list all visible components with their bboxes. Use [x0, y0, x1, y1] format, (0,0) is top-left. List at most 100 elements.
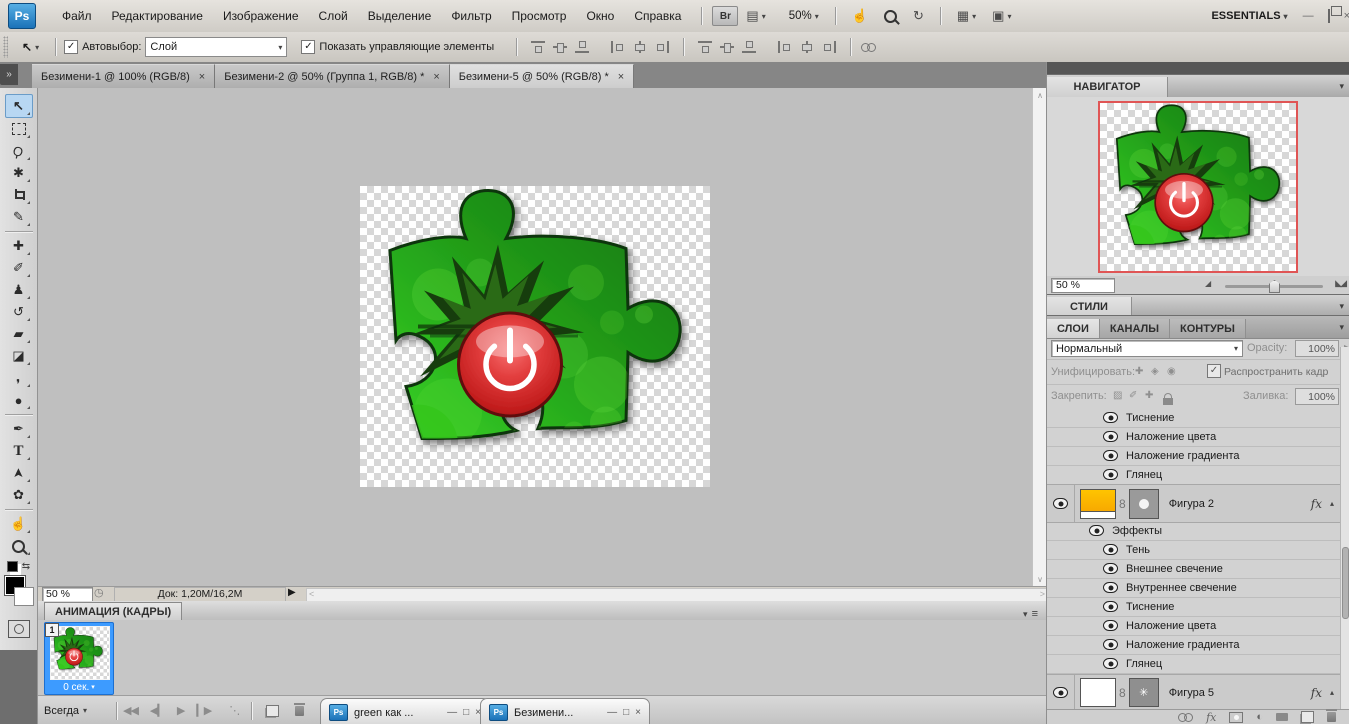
align-vertical-centers-icon[interactable] — [552, 40, 568, 54]
eye-icon[interactable] — [1103, 582, 1118, 593]
add-layer-style-icon[interactable]: fx — [1206, 711, 1216, 724]
adjustment-layer-icon[interactable]: ◐ — [1256, 711, 1263, 723]
restore-button[interactable] — [1321, 9, 1337, 23]
scroll-up-icon[interactable]: ∧ — [1033, 88, 1047, 102]
effect-row[interactable]: Тиснение — [1047, 597, 1349, 617]
minimize-icon[interactable]: — — [607, 707, 617, 718]
menu-file[interactable]: Файл — [52, 5, 102, 27]
panel-menu-icon[interactable]: ▾ — [1339, 81, 1344, 92]
scroll-down-icon[interactable]: ∨ — [1033, 572, 1047, 586]
show-transform-checkbox[interactable]: ✓ — [301, 40, 316, 54]
eye-icon[interactable] — [1089, 525, 1104, 536]
distribute-top-edges-icon[interactable] — [697, 40, 713, 54]
distribute-horizontal-centers-icon[interactable] — [799, 40, 815, 54]
quick-mask-button[interactable] — [7, 620, 30, 638]
status-zoom-field[interactable]: 50 % — [42, 587, 93, 602]
layer-name[interactable]: Фигура 5 — [1169, 687, 1214, 699]
background-color-swatch[interactable] — [13, 587, 34, 606]
eye-icon[interactable] — [1103, 620, 1118, 631]
tab-layers[interactable]: СЛОИ — [1047, 319, 1100, 338]
close-icon[interactable]: × — [199, 71, 205, 83]
zoom-tool-button[interactable] — [879, 8, 902, 25]
canvas-area[interactable] — [38, 88, 1032, 586]
doc-tab-3-active[interactable]: Безимени-5 @ 50% (RGB/8) * × — [449, 64, 635, 88]
lock-all-icon[interactable] — [1163, 393, 1173, 405]
align-right-edges-icon[interactable] — [654, 40, 670, 54]
frame-delay-control[interactable]: 0 сек. ▾ — [45, 680, 113, 694]
loop-mode-dropdown[interactable]: Всегда ▾ — [44, 705, 116, 717]
distribute-left-edges-icon[interactable] — [777, 40, 793, 54]
eraser-tool[interactable]: ▰ — [6, 323, 32, 345]
effect-row[interactable]: Глянец — [1047, 654, 1349, 674]
effect-row[interactable]: Наложение градиента — [1047, 635, 1349, 655]
fx-badge[interactable]: fx — [1311, 497, 1322, 511]
rotate-view-button[interactable]: ↻ — [908, 6, 929, 26]
close-icon[interactable]: × — [618, 71, 624, 83]
delete-frame-button[interactable] — [294, 702, 306, 716]
scroll-left-icon[interactable]: < — [309, 589, 314, 599]
screen-mode-button[interactable]: ▣ ▾ — [987, 6, 1016, 26]
zoom-tool[interactable] — [6, 535, 32, 557]
align-left-edges-icon[interactable] — [610, 40, 626, 54]
layers-scrollbar[interactable] — [1340, 347, 1349, 709]
lock-transparent-icon[interactable]: ▨ — [1113, 390, 1122, 401]
menu-edit[interactable]: Редактирование — [102, 5, 213, 27]
bridge-button[interactable]: Br — [712, 6, 739, 26]
align-bottom-edges-icon[interactable] — [574, 40, 590, 54]
layer-row-shape2[interactable]: 8 Фигура 2 fx ▴ — [1047, 484, 1342, 523]
eye-icon[interactable] — [1053, 498, 1068, 509]
eye-icon[interactable] — [1103, 412, 1118, 423]
unify-style-icon[interactable]: ◉ — [1167, 366, 1176, 377]
panel-menu-icon[interactable]: ▾ — [1339, 322, 1344, 333]
previous-frame-button[interactable]: ◀▎ — [150, 704, 166, 717]
align-top-edges-icon[interactable] — [530, 40, 546, 54]
align-horizontal-centers-icon[interactable] — [632, 40, 648, 54]
eye-icon[interactable] — [1103, 563, 1118, 574]
custom-shape-tool[interactable]: ✿ — [6, 484, 32, 506]
gradient-tool[interactable]: ◪ — [6, 345, 32, 367]
auto-align-layers-icon[interactable] — [861, 42, 877, 52]
navigator-view-box[interactable] — [1098, 101, 1298, 273]
workspace-switcher[interactable]: ESSENTIALS ▾ — [1206, 8, 1292, 24]
link-layers-icon[interactable] — [1178, 712, 1194, 722]
distribute-vertical-centers-icon[interactable] — [719, 40, 735, 54]
zoom-out-icon[interactable]: ◢ — [1205, 279, 1211, 288]
animation-panel-tab[interactable]: АНИМАЦИЯ (КАДРЫ) — [44, 602, 183, 620]
collapse-panels-icon[interactable]: » — [0, 64, 18, 85]
clone-stamp-tool[interactable]: ♟ — [6, 279, 32, 301]
doc-tab-2[interactable]: Безимени-2 @ 50% (Группа 1, RGB/8) * × — [215, 64, 450, 88]
slider-thumb[interactable] — [1269, 280, 1280, 293]
brush-tool[interactable]: ✐ — [6, 257, 32, 279]
history-brush-tool[interactable]: ↺ — [6, 301, 32, 323]
maximize-icon[interactable]: □ — [463, 707, 469, 718]
chevron-down-icon[interactable]: ▾ — [1023, 609, 1028, 620]
frame-thumbnail[interactable] — [50, 626, 110, 680]
menu-select[interactable]: Выделение — [358, 5, 442, 27]
layer-thumbnail[interactable] — [1080, 678, 1116, 707]
menu-layer[interactable]: Слой — [309, 5, 358, 27]
tween-button[interactable]: ⋱ — [229, 704, 240, 717]
lock-position-icon[interactable]: ✚ — [1145, 390, 1153, 401]
unify-visibility-icon[interactable]: ◈ — [1151, 366, 1159, 377]
lock-paint-icon[interactable]: ✐ — [1129, 390, 1137, 401]
marquee-tool[interactable] — [6, 118, 32, 140]
autoselect-checkbox[interactable]: ✓ — [64, 40, 79, 54]
minimize-icon[interactable]: — — [447, 707, 457, 718]
panel-menu-icon[interactable]: ▾ — [1339, 301, 1344, 312]
delete-layer-icon[interactable] — [1326, 709, 1337, 722]
first-frame-button[interactable]: ◀◀ — [123, 704, 139, 717]
hand-tool-button[interactable]: ☝ — [847, 6, 873, 26]
zoom-level-control[interactable]: 50% ▾ — [784, 8, 824, 24]
ps-logo-icon[interactable]: Ps — [8, 3, 36, 29]
collapse-effects-icon[interactable]: ▴ — [1330, 688, 1334, 697]
doc-tab-1[interactable]: Безимени-1 @ 100% (RGB/8) × — [32, 64, 216, 88]
vector-mask-thumbnail[interactable]: ✳ — [1128, 678, 1159, 707]
tab-paths[interactable]: КОНТУРЫ — [1170, 319, 1246, 338]
view-extras-button[interactable]: ▤ ▾ — [741, 6, 770, 26]
effect-row[interactable]: Внешнее свечение — [1047, 559, 1349, 579]
menu-image[interactable]: Изображение — [213, 5, 309, 27]
new-layer-icon[interactable] — [1301, 711, 1314, 723]
fill-value[interactable]: 100% — [1295, 388, 1339, 405]
next-frame-button[interactable]: ▎▶ — [196, 704, 212, 717]
effects-group-row[interactable]: Эффекты — [1047, 521, 1349, 541]
